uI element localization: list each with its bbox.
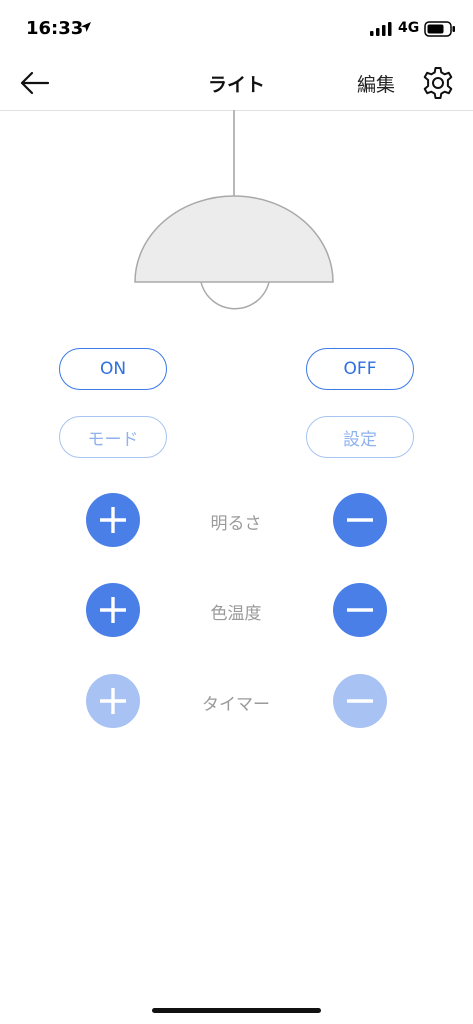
arrow-left-icon: [20, 71, 50, 95]
off-button[interactable]: OFF: [306, 348, 414, 390]
gear-icon: [423, 67, 453, 99]
brightness-minus-button[interactable]: [333, 493, 387, 547]
timer-label: タイマー: [202, 695, 270, 715]
mode-button[interactable]: モード: [59, 416, 167, 458]
battery-icon: [424, 21, 455, 37]
timer-minus-button[interactable]: [333, 674, 387, 728]
status-bar: 16:33 4G: [0, 0, 473, 58]
minus-icon: [347, 608, 373, 612]
network-type: 4G: [398, 20, 420, 36]
minus-icon: [347, 699, 373, 703]
color-temp-plus-button[interactable]: [86, 583, 140, 637]
home-indicator[interactable]: [152, 1008, 321, 1013]
setting-button[interactable]: 設定: [306, 416, 414, 458]
page-title: ライト: [207, 74, 265, 96]
on-button[interactable]: ON: [59, 348, 167, 390]
plus-icon: [100, 688, 126, 714]
back-button[interactable]: [18, 68, 54, 98]
navigation-bar: ライト 編集: [0, 58, 473, 111]
settings-button[interactable]: [420, 65, 456, 101]
location-arrow-icon: [81, 22, 91, 32]
timer-plus-button[interactable]: [86, 674, 140, 728]
plus-icon: [100, 507, 126, 533]
plus-icon: [100, 597, 126, 623]
brightness-label: 明るさ: [210, 514, 262, 534]
cellular-signal-icon: [370, 22, 392, 36]
brightness-plus-button[interactable]: [86, 493, 140, 547]
color-temp-minus-button[interactable]: [333, 583, 387, 637]
status-time: 16:33: [26, 18, 84, 39]
edit-button[interactable]: 編集: [357, 70, 395, 97]
color-temp-label: 色温度: [210, 604, 262, 624]
minus-icon: [347, 518, 373, 522]
pendant-lamp-illustration: [134, 110, 334, 310]
